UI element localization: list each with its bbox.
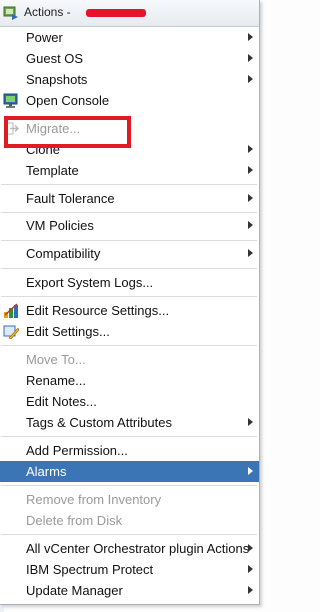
menu-item-vm-policies[interactable]: VM Policies [0, 215, 259, 236]
menu-item-label: Template [26, 163, 79, 178]
menu-separator [1, 436, 257, 437]
menu-item-delete-from-disk[interactable]: Delete from Disk [0, 510, 259, 531]
menu-separator [1, 485, 257, 486]
menu-item-label: Open Console [26, 93, 110, 108]
submenu-arrow-icon [248, 544, 253, 552]
submenu-arrow-icon [248, 33, 253, 41]
menu-item-label: Update Manager [26, 583, 123, 598]
menu-item-remove-from-inventory[interactable]: Remove from Inventory [0, 489, 259, 510]
submenu-arrow-icon [248, 418, 253, 426]
menu-item-ibm-spectrum-protect[interactable]: IBM Spectrum Protect [0, 559, 259, 580]
menu-item-compatibility[interactable]: Compatibility [0, 243, 259, 264]
submenu-arrow-icon [248, 54, 253, 62]
menu-separator [1, 240, 257, 241]
redacted-vm-name [86, 9, 146, 17]
menu-item-label: Power [26, 30, 63, 45]
menu-item-label: Compatibility [26, 246, 101, 261]
menu-item-label: IBM Spectrum Protect [26, 562, 154, 577]
console-icon [3, 93, 18, 108]
menu-item-tags-custom-attributes[interactable]: Tags & Custom Attributes [0, 412, 259, 433]
menu-item-edit-resource-settings[interactable]: Edit Resource Settings... [0, 300, 259, 321]
menu-item-open-console[interactable]: Open Console [0, 90, 259, 111]
submenu-arrow-icon [248, 221, 253, 229]
menu-item-guest-os[interactable]: Guest OS [0, 48, 259, 69]
menu-item-power[interactable]: Power [0, 27, 259, 48]
menu-separator [1, 296, 257, 297]
vm-icon [3, 6, 18, 20]
menu-item-rename[interactable]: Rename... [0, 370, 259, 391]
submenu-arrow-icon [248, 565, 253, 573]
vm-actions-context-menu: Actions - Power Guest OS Snapshots Open … [0, 0, 260, 605]
menu-item-label: VM Policies [26, 218, 94, 233]
menu-title: Actions - [24, 5, 71, 19]
menu-item-label: All vCenter Orchestrator plugin Actions [26, 541, 250, 556]
resource-settings-icon [4, 303, 18, 318]
menu-item-label: Delete from Disk [26, 513, 123, 528]
submenu-arrow-icon [248, 145, 253, 153]
menu-item-label: Guest OS [26, 51, 84, 66]
menu-item-edit-notes[interactable]: Edit Notes... [0, 391, 259, 412]
submenu-arrow-icon [248, 249, 253, 257]
menu-item-label: Edit Resource Settings... [26, 303, 170, 318]
menu-separator [1, 212, 257, 213]
menu-item-alarms[interactable]: Alarms [0, 461, 259, 482]
submenu-arrow-icon [248, 194, 253, 202]
submenu-arrow-icon [248, 166, 253, 174]
menu-item-label: Rename... [26, 373, 86, 388]
annotation-highlight-box [4, 116, 131, 148]
menu-separator [1, 534, 257, 535]
menu-item-template[interactable]: Template [0, 160, 259, 181]
menu-item-add-permission[interactable]: Add Permission... [0, 440, 259, 461]
menu-separator [1, 184, 257, 185]
submenu-arrow-icon [248, 75, 253, 83]
menu-item-label: Move To... [26, 352, 86, 367]
menu-item-snapshots[interactable]: Snapshots [0, 69, 259, 90]
submenu-arrow-icon [248, 467, 253, 475]
menu-item-label: Add Permission... [26, 443, 128, 458]
menu-item-fault-tolerance[interactable]: Fault Tolerance [0, 188, 259, 209]
menu-item-label: Export System Logs... [26, 275, 154, 290]
menu-item-update-manager[interactable]: Update Manager [0, 580, 259, 601]
menu-item-label: Edit Notes... [26, 394, 97, 409]
menu-item-label: Edit Settings... [26, 324, 110, 339]
edit-settings-icon [3, 325, 20, 340]
submenu-arrow-icon [248, 586, 253, 594]
menu-separator [1, 268, 257, 269]
menu-header: Actions - [0, 0, 259, 27]
menu-item-label: Snapshots [26, 72, 88, 87]
menu-separator [1, 345, 257, 346]
menu-item-export-system-logs[interactable]: Export System Logs... [0, 272, 259, 293]
menu-item-move-to[interactable]: Move To... [0, 349, 259, 370]
menu-item-label: Remove from Inventory [26, 492, 162, 507]
menu-item-edit-settings[interactable]: Edit Settings... [0, 321, 259, 342]
menu-item-label: Alarms [26, 464, 67, 479]
menu-item-label: Fault Tolerance [26, 191, 115, 206]
menu-item-vcenter-orchestrator-actions[interactable]: All vCenter Orchestrator plugin Actions [0, 538, 259, 559]
menu-item-label: Tags & Custom Attributes [26, 415, 172, 430]
